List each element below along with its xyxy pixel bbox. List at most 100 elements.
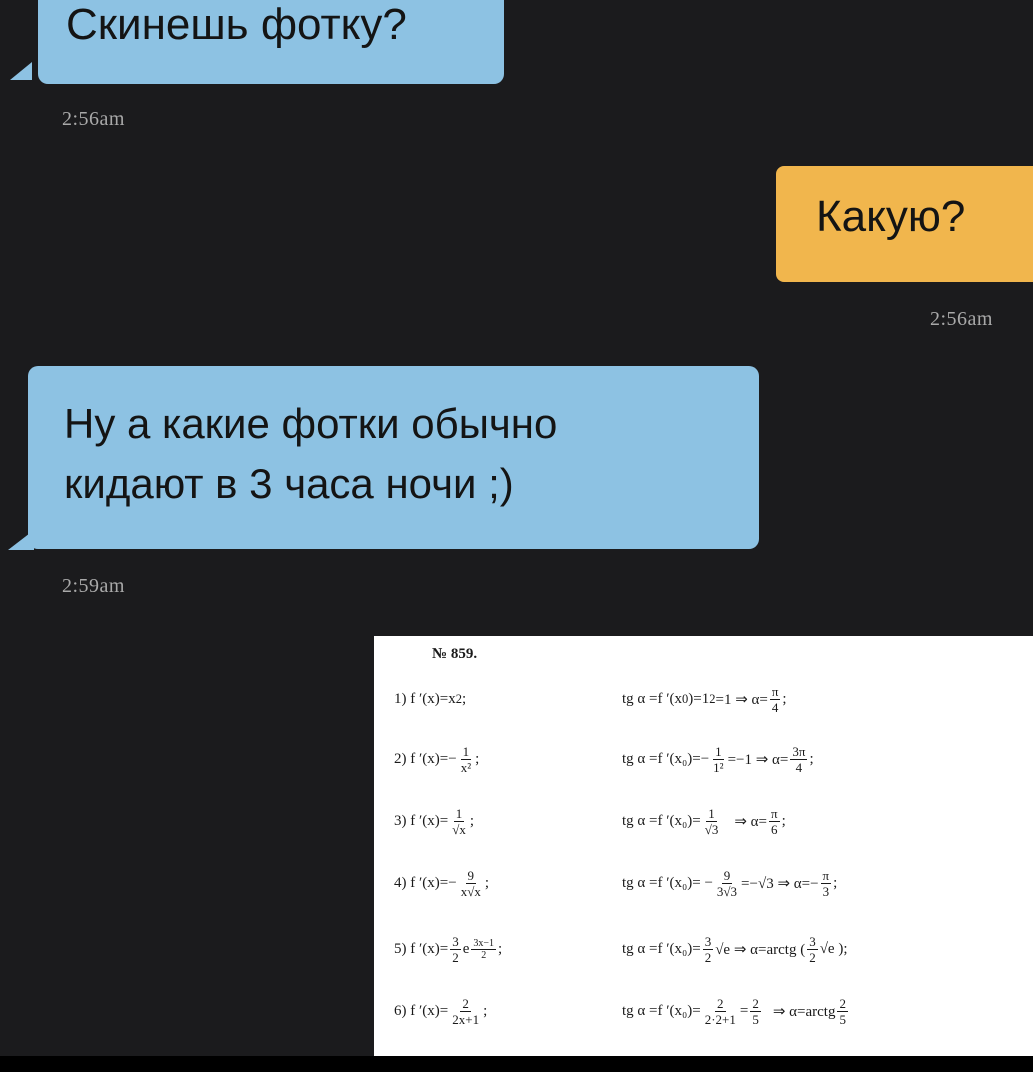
message-bubble-outgoing-1[interactable]: Какую? [776, 166, 1033, 282]
bubble-tail [8, 530, 34, 550]
solution-row: 6) f ′(x)= 2 2x+1 ; tg α =f ′(x₀)= 2 2·2+1… [374, 986, 1033, 1036]
numerator: 2 [837, 995, 848, 1012]
expr-text: 4) f ′(x)=− [394, 874, 457, 891]
bottom-bar [0, 1056, 1033, 1072]
message-text: Ну а какие фотки обычно кидают в 3 часа … [64, 394, 557, 514]
expr-text: tg α =f ′(x₀)= [622, 1002, 701, 1019]
numerator: 3 [807, 933, 818, 950]
denominator: x² [460, 759, 472, 775]
fraction: 3π 4 [790, 743, 808, 775]
denominator: 1² [713, 759, 724, 775]
expr-text: √e ⇒ α=arctg ( [715, 941, 806, 958]
denominator: √3 [704, 821, 719, 837]
denominator: 2·2+1 [704, 1011, 736, 1027]
denominator: 5 [839, 1011, 846, 1027]
expr-text: tg α =f ′(x [622, 690, 683, 707]
image-attachment[interactable]: № 859. 1) f ′(x)=x 2; tg α =f ′(x 0)=1 2 =1 … [374, 636, 1033, 1056]
fraction: 3x−1 2 [471, 937, 497, 961]
slope-expression: tg α =f ′(x₀)= 32 √e ⇒ α=arctg ( 32 √e )… [622, 924, 848, 974]
expr-text: tg α =f ′(x₀)= − [622, 874, 713, 891]
expr-text: ⇒ α= [734, 813, 767, 830]
denominator: 2x+1 [452, 1011, 480, 1027]
expr-text: 1) f ′(x)=x [394, 690, 456, 707]
solution-row: 5) f ′(x)= 32 e 3x−1 2 ; tg α =f ′(x₀)= 32… [374, 924, 1033, 974]
fraction: 9 x√x [459, 868, 483, 899]
fraction: 25 [750, 996, 761, 1027]
expr-text: tg α =f ′(x₀)= [622, 940, 701, 957]
derivative-expression: 1) f ′(x)=x 2; [394, 674, 466, 724]
numerator: 1 [706, 805, 717, 822]
denominator: 5 [752, 1011, 759, 1027]
solution-row: 2) f ′(x)=− 1 x² ; tg α =f ′(x₀)=− 1 1² =−… [374, 734, 1033, 784]
numerator: 3 [702, 933, 714, 950]
fraction: 32 [450, 934, 461, 965]
expr-text: ; [833, 874, 838, 891]
expr-text: ; [781, 812, 786, 829]
expr-text: = [739, 1002, 749, 1019]
denominator: x√x [460, 883, 481, 899]
fraction: 1 1² [711, 744, 725, 775]
derivative-expression: 6) f ′(x)= 2 2x+1 ; [394, 986, 487, 1036]
exercise-number: № 859. [432, 646, 478, 662]
message-bubble-incoming-1[interactable]: Скинешь фотку? [38, 0, 504, 84]
fraction: 25 [837, 996, 848, 1027]
expr-text: )=1 [688, 690, 710, 707]
numerator: 1 [713, 743, 724, 760]
fraction: π4 [769, 684, 781, 715]
denominator: 3 [822, 883, 830, 899]
message-timestamp: 2:59am [62, 575, 125, 597]
denominator: √x [452, 821, 466, 837]
numerator: 3π [790, 743, 808, 760]
fraction: 1 √x [450, 806, 468, 837]
expr-text: =−√3 ⇒ α=− [741, 875, 819, 892]
expr-text: ; [475, 750, 480, 767]
denominator: 4 [795, 759, 803, 775]
fraction: 32 [702, 933, 714, 965]
expr-text: √e ); [819, 940, 848, 957]
expr-text: tg α =f ′(x₀)= [622, 812, 701, 829]
expr-text: tg α =f ′(x₀)=− [622, 750, 710, 767]
chat-view: Скинешь фотку? 2:56am Какую? 2:56am Ну а… [0, 0, 1033, 1072]
numerator: 2 [750, 995, 761, 1012]
fraction: π6 [768, 806, 780, 837]
denominator: 2 [809, 949, 816, 965]
numerator: 9 [465, 867, 476, 884]
denominator: 3√3 [716, 883, 738, 899]
expr-text: e [462, 940, 470, 957]
expr-text: 6) f ′(x)= [394, 1002, 449, 1019]
expr-text: 2) f ′(x)=− [394, 750, 457, 767]
message-timestamp: 2:56am [930, 308, 993, 330]
denominator: 2 [452, 949, 459, 965]
numerator: 9 [721, 867, 733, 884]
denominator: 2 [704, 949, 712, 965]
fraction: 32 [807, 934, 818, 965]
numerator: 3x−1 [471, 937, 497, 950]
derivative-expression: 2) f ′(x)=− 1 x² ; [394, 734, 479, 784]
denominator: 2 [481, 949, 487, 961]
solution-row: 1) f ′(x)=x 2; tg α =f ′(x 0)=1 2 =1 ⇒ α= π4… [374, 674, 1033, 724]
numerator: 1 [460, 743, 472, 760]
expr-text: ; [483, 1002, 488, 1019]
slope-expression: tg α =f ′(x₀)= − 9 3√3 =−√3 ⇒ α=− π3 ; [622, 858, 837, 908]
message-bubble-incoming-2[interactable]: Ну а какие фотки обычно кидают в 3 часа … [28, 366, 759, 549]
fraction: 1 √3 [703, 806, 721, 837]
slope-expression: tg α =f ′(x₀)= 1 √3 ⇒ α= π6 ; [622, 796, 786, 846]
expr-text: 5) f ′(x)= [394, 940, 449, 957]
numerator: 2 [715, 995, 726, 1012]
message-text: Скинешь фотку? [66, 0, 407, 49]
fraction: π3 [820, 868, 832, 899]
slope-expression: tg α =f ′(x₀)= 2 2·2+1 = 25 ⇒ α=arctg 25 [622, 986, 850, 1036]
fraction: 2 2x+1 [450, 996, 481, 1027]
slope-expression: tg α =f ′(x₀)=− 1 1² =−1 ⇒ α= 3π 4 ; [622, 734, 814, 784]
expr-text: ; [484, 874, 489, 891]
denominator: 4 [771, 699, 779, 715]
slope-expression: tg α =f ′(x 0)=1 2 =1 ⇒ α= π4 ; [622, 674, 787, 724]
bubble-tail [10, 62, 32, 80]
solution-row: 3) f ′(x)= 1 √x ; tg α =f ′(x₀)= 1 √3 ⇒ α=… [374, 796, 1033, 846]
derivative-expression: 5) f ′(x)= 32 e 3x−1 2 ; [394, 924, 502, 974]
fraction: 1 x² [459, 744, 473, 775]
expr-text: ; [469, 812, 475, 829]
derivative-expression: 3) f ′(x)= 1 √x ; [394, 796, 474, 846]
derivative-expression: 4) f ′(x)=− 9 x√x ; [394, 858, 489, 908]
numerator: 1 [453, 805, 465, 822]
